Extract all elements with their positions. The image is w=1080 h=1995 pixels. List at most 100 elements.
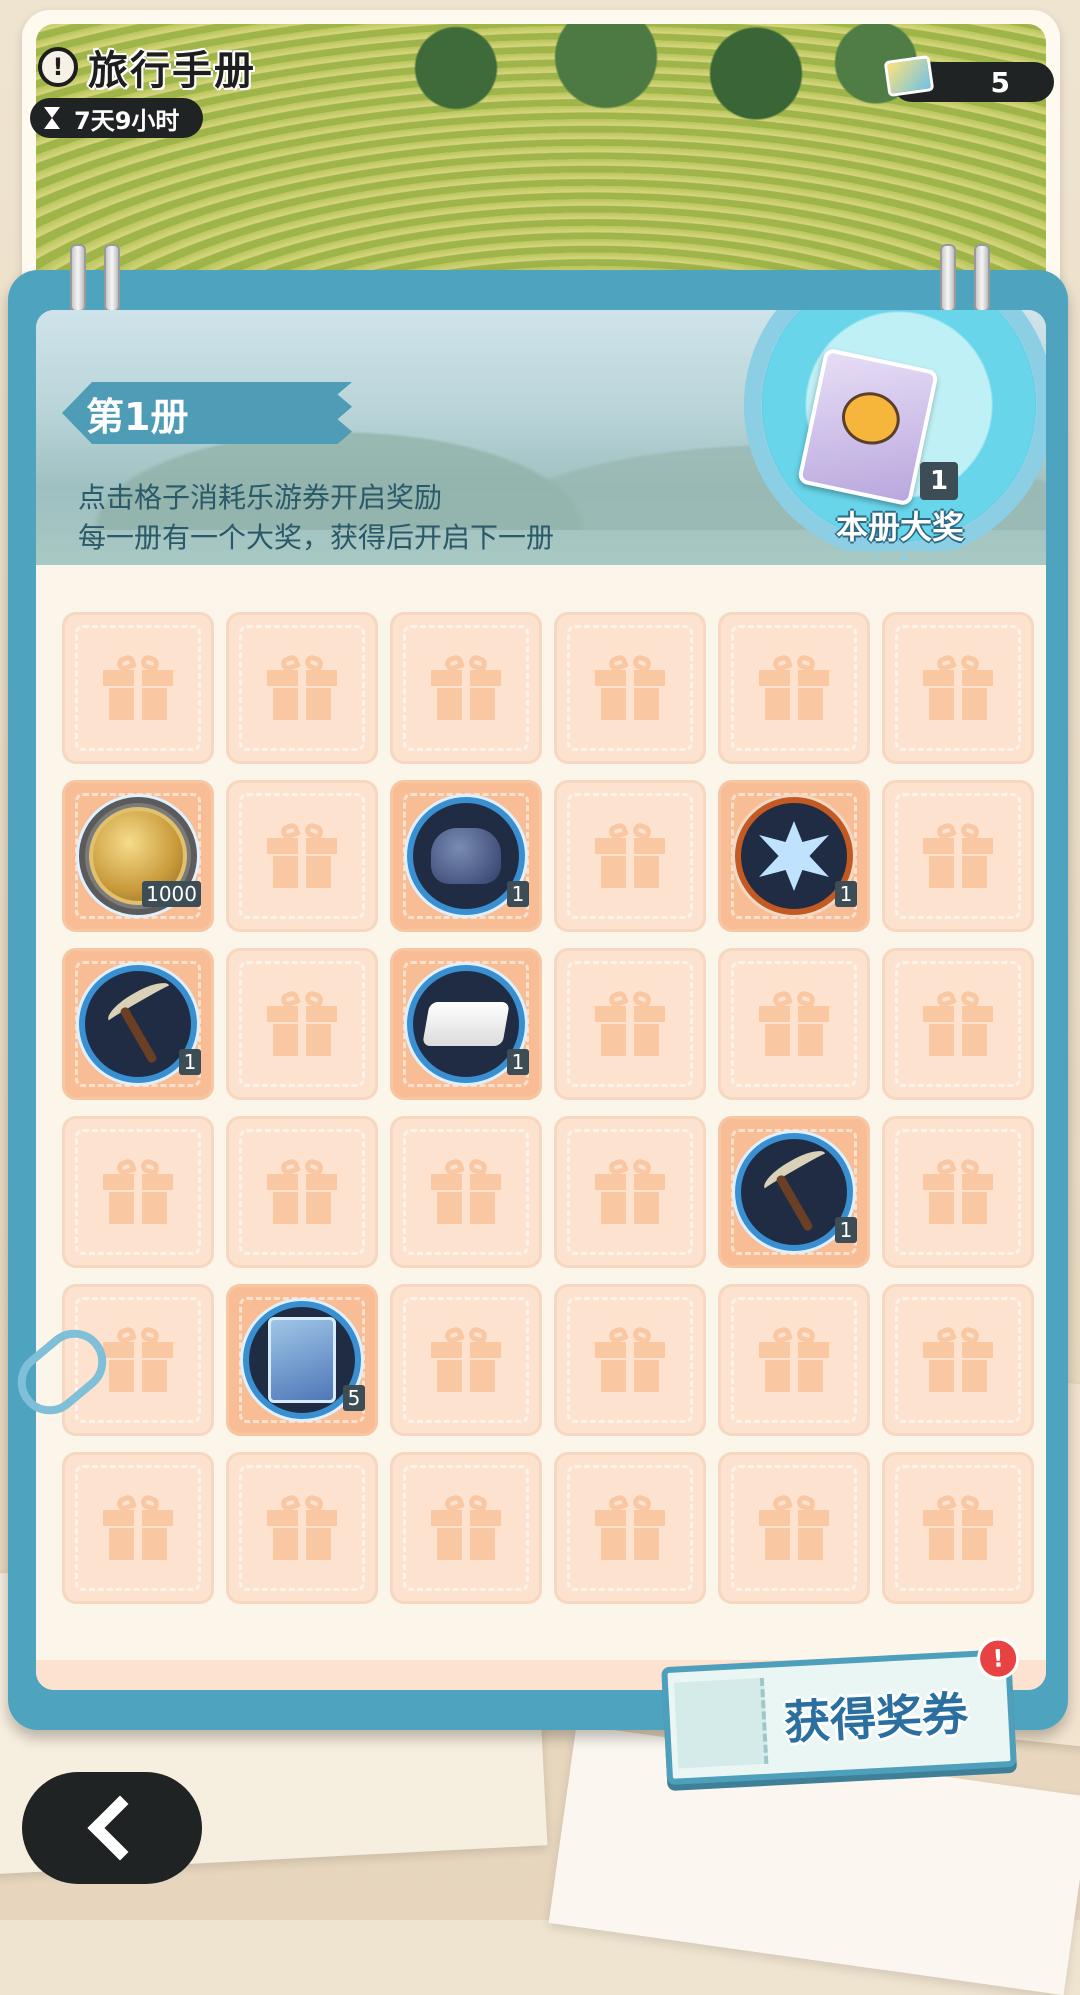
reward-count: 5 — [343, 1385, 365, 1411]
gift-icon — [431, 653, 501, 720]
glove-reward: 1 — [407, 797, 529, 915]
grid-cell[interactable] — [554, 612, 706, 764]
volume-tag: 第1册 — [62, 382, 352, 444]
grid-cell[interactable] — [226, 780, 378, 932]
title-row: ! 旅行手册 — [38, 38, 256, 96]
grid-cell[interactable] — [62, 612, 214, 764]
glove-icon — [431, 828, 501, 884]
reward-count: 1 — [835, 881, 857, 907]
page-title: 旅行手册 — [88, 48, 256, 94]
grid-cell[interactable] — [226, 948, 378, 1100]
back-button[interactable] — [22, 1772, 202, 1884]
card-icon — [268, 1317, 336, 1403]
grid-cell[interactable] — [882, 948, 1034, 1100]
forest-decoration — [336, 24, 936, 134]
gift-icon — [103, 1493, 173, 1560]
grid-cell[interactable]: 1 — [718, 1116, 870, 1268]
reward-grid: 1000 1 1 1 1 1 5 — [62, 612, 1042, 1604]
reward-count: 1 — [835, 1217, 857, 1243]
pickaxe-reward: 1 — [735, 1133, 857, 1251]
grid-cell[interactable] — [554, 948, 706, 1100]
prize-count: 1 — [920, 462, 958, 500]
gift-icon — [267, 1493, 337, 1560]
grid-cell[interactable] — [718, 1284, 870, 1436]
grid-cell[interactable]: 1000 — [62, 780, 214, 932]
grid-cell[interactable] — [390, 612, 542, 764]
grid-cell[interactable] — [226, 612, 378, 764]
grid-cell[interactable] — [882, 1116, 1034, 1268]
gift-icon — [923, 1493, 993, 1560]
gift-icon — [595, 653, 665, 720]
binder-ring — [104, 244, 120, 312]
grid-cell[interactable] — [390, 1284, 542, 1436]
grid-cell[interactable]: 1 — [390, 780, 542, 932]
crystal-icon — [759, 821, 829, 891]
grid-cell[interactable] — [882, 1452, 1034, 1604]
grid-cell[interactable] — [718, 948, 870, 1100]
grid-cell[interactable]: 5 — [226, 1284, 378, 1436]
ticket-stub — [673, 1677, 769, 1769]
gift-icon — [267, 989, 337, 1056]
get-vouchers-button[interactable]: 获得奖券 ! — [661, 1636, 1021, 1786]
timer-text: 7天9小时 — [74, 106, 180, 135]
pickaxe-icon — [754, 1143, 834, 1233]
gift-icon — [923, 1157, 993, 1224]
hourglass-icon — [42, 105, 62, 131]
gift-icon — [759, 1493, 829, 1560]
gift-icon — [267, 1157, 337, 1224]
grand-prize[interactable]: 1 本册大奖 — [730, 310, 1046, 610]
gift-icon — [923, 653, 993, 720]
grid-cell[interactable] — [554, 1452, 706, 1604]
info-icon[interactable]: ! — [38, 47, 78, 87]
gift-icon — [595, 821, 665, 888]
towel-reward: 1 — [407, 965, 529, 1083]
gift-icon — [267, 821, 337, 888]
grid-cell[interactable] — [554, 780, 706, 932]
grid-cell[interactable] — [882, 780, 1034, 932]
grid-cell[interactable] — [390, 1452, 542, 1604]
grid-cell[interactable] — [226, 1452, 378, 1604]
back-arrow-icon — [87, 1795, 153, 1861]
grid-cell[interactable] — [718, 612, 870, 764]
grid-cell[interactable] — [718, 1452, 870, 1604]
grid-cell[interactable]: 1 — [718, 780, 870, 932]
crystal-reward: 1 — [735, 797, 857, 915]
reward-count: 1000 — [142, 881, 201, 907]
binder-ring — [70, 244, 86, 312]
ticket-count: 5 — [990, 65, 1010, 99]
reward-count: 1 — [507, 881, 529, 907]
grid-cell[interactable] — [554, 1116, 706, 1268]
travel-handbook-board: 第1册 点击格子消耗乐游券开启奖励 每一册有一个大奖，获得后开启下一册 1 本册… — [8, 244, 1068, 1730]
gift-icon — [759, 989, 829, 1056]
gift-icon — [923, 821, 993, 888]
towel-icon — [422, 1002, 510, 1046]
gift-icon — [431, 1157, 501, 1224]
coin-reward: 1000 — [79, 797, 201, 915]
ticket-counter[interactable]: 5 — [883, 54, 1054, 102]
volume-header: 第1册 点击格子消耗乐游券开启奖励 每一册有一个大奖，获得后开启下一册 1 本册… — [36, 310, 1046, 579]
volume-description-line2: 每一册有一个大奖，获得后开启下一册 — [78, 521, 555, 554]
grid-cell[interactable] — [226, 1116, 378, 1268]
gift-icon — [595, 1157, 665, 1224]
event-timer: 7天9小时 — [30, 98, 204, 138]
handbook-page: 第1册 点击格子消耗乐游券开启奖励 每一册有一个大奖，获得后开启下一册 1 本册… — [36, 310, 1046, 1690]
grid-cell[interactable] — [390, 1116, 542, 1268]
grid-cell[interactable]: 1 — [390, 948, 542, 1100]
grid-cell[interactable] — [882, 1284, 1034, 1436]
grid-cell[interactable] — [62, 1116, 214, 1268]
gift-icon — [267, 653, 337, 720]
grid-cell[interactable] — [554, 1284, 706, 1436]
gift-icon — [431, 1493, 501, 1560]
gift-icon — [595, 1325, 665, 1392]
grid-cell[interactable]: 1 — [62, 948, 214, 1100]
grid-cell[interactable] — [882, 612, 1034, 764]
gift-icon — [595, 1493, 665, 1560]
gift-icon — [103, 653, 173, 720]
grid-cell[interactable] — [62, 1452, 214, 1604]
gift-icon — [103, 1157, 173, 1224]
volume-description-line1: 点击格子消耗乐游券开启奖励 — [78, 481, 443, 514]
gift-icon — [923, 989, 993, 1056]
gift-icon — [923, 1325, 993, 1392]
grand-prize-label: 本册大奖 — [835, 508, 964, 546]
reward-count: 1 — [179, 1049, 201, 1075]
